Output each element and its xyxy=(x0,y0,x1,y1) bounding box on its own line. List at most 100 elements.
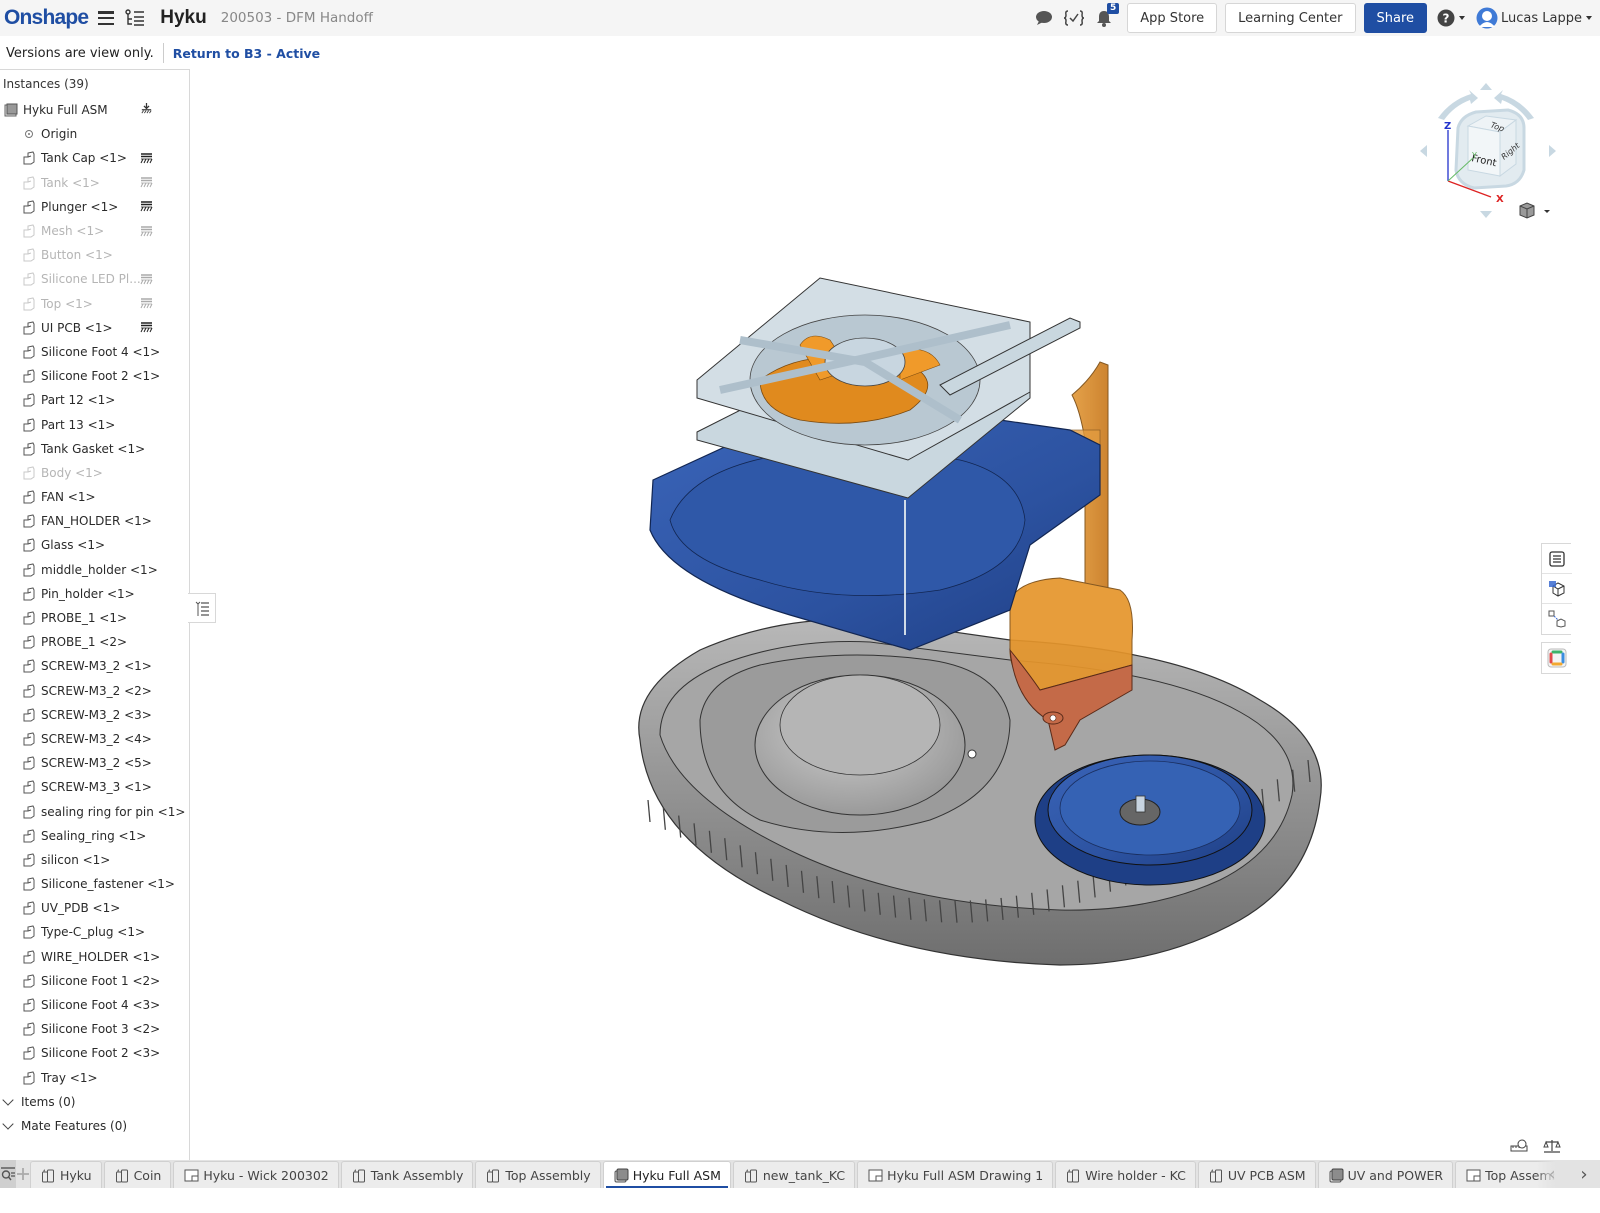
instance-row[interactable]: UV_PDB <1> xyxy=(0,896,189,920)
tab-manager-button[interactable] xyxy=(0,1160,16,1188)
instance-row[interactable]: Silicone Foot 4 <1> xyxy=(0,340,189,364)
part-instance-icon xyxy=(23,176,35,190)
assembly-3d-model[interactable] xyxy=(191,69,1600,1159)
document-tab[interactable]: Tank Assembly xyxy=(340,1161,474,1188)
fixed-status-icon[interactable] xyxy=(140,274,153,285)
instance-row[interactable]: Plunger <1> xyxy=(0,195,189,219)
instance-row[interactable]: SCREW-M3_2 <2> xyxy=(0,679,189,703)
document-tab[interactable]: Wire holder - KC xyxy=(1055,1161,1196,1188)
tree-root-assembly[interactable]: Hyku Full ASM xyxy=(0,98,189,122)
instance-row[interactable]: PROBE_1 <2> xyxy=(0,630,189,654)
instance-row[interactable]: WIRE_HOLDER <1> xyxy=(0,945,189,969)
scroll-tabs-left-icon[interactable]: ‹ xyxy=(1548,1164,1555,1185)
user-menu[interactable]: Lucas Lappe xyxy=(1476,7,1592,29)
instance-row[interactable]: Tank <1> xyxy=(0,171,189,195)
avatar-icon xyxy=(1476,7,1498,29)
document-tab[interactable]: Hyku - Wick 200302 xyxy=(173,1161,339,1188)
add-tab-button[interactable] xyxy=(16,1160,30,1188)
instance-label: SCREW-M3_2 <1> xyxy=(41,659,152,674)
instance-row[interactable]: Top <1> xyxy=(0,292,189,316)
learning-center-button[interactable]: Learning Center xyxy=(1225,3,1356,33)
share-button[interactable]: Share xyxy=(1363,3,1428,33)
document-title[interactable]: Hyku xyxy=(160,7,206,29)
document-tab[interactable]: Coin xyxy=(103,1161,172,1188)
instance-row[interactable]: SCREW-M3_2 <5> xyxy=(0,751,189,775)
document-tab[interactable]: UV and POWER xyxy=(1317,1161,1454,1188)
items-section[interactable]: Items (0) xyxy=(0,1090,189,1114)
scroll-tabs-right-icon[interactable]: › xyxy=(1580,1164,1587,1185)
fixed-status-icon[interactable] xyxy=(140,201,153,212)
render-mode-dropdown[interactable] xyxy=(1518,202,1554,220)
fixed-status-icon[interactable] xyxy=(140,298,153,309)
instance-row[interactable]: Type-C_plug <1> xyxy=(0,920,189,944)
graphics-viewport[interactable] xyxy=(191,69,1600,1159)
instance-row[interactable]: FAN_HOLDER <1> xyxy=(0,509,189,533)
instance-row[interactable]: Part 13 <1> xyxy=(0,412,189,436)
part-instance-icon xyxy=(23,1071,35,1085)
fixed-status-icon[interactable] xyxy=(140,225,153,237)
instance-row[interactable]: Tank Cap <1> xyxy=(0,146,189,170)
fixed-status-icon[interactable] xyxy=(140,153,153,164)
fixed-status-icon[interactable] xyxy=(140,177,153,188)
notifications-bell-icon[interactable]: 5 xyxy=(1092,3,1120,30)
instance-row[interactable]: sealing ring for pin <1> xyxy=(0,799,189,823)
return-to-active-link[interactable]: Return to B3 - Active xyxy=(173,46,320,61)
part-instance-icon xyxy=(23,611,35,625)
instance-row[interactable]: PROBE_1 <1> xyxy=(0,606,189,630)
instance-row[interactable]: Silicone Foot 1 <2> xyxy=(0,969,189,993)
instance-row[interactable]: Silicone Foot 3 <2> xyxy=(0,1017,189,1041)
instance-row[interactable]: Part 12 <1> xyxy=(0,388,189,412)
section-view-button[interactable] xyxy=(1542,574,1572,604)
instance-row[interactable]: SCREW-M3_3 <1> xyxy=(0,775,189,799)
instance-row[interactable]: Sealing_ring <1> xyxy=(0,824,189,848)
hamburger-icon[interactable] xyxy=(98,11,115,25)
configurations-button[interactable] xyxy=(1542,643,1572,673)
instance-row[interactable]: FAN <1> xyxy=(0,485,189,509)
tab-label: Hyku Full ASM xyxy=(632,1167,721,1183)
instance-row[interactable]: SCREW-M3_2 <3> xyxy=(0,703,189,727)
instance-row[interactable]: SCREW-M3_2 <1> xyxy=(0,654,189,678)
document-tab[interactable]: Top Assembly xyxy=(475,1161,601,1188)
instance-row[interactable]: Silicone Foot 2 <3> xyxy=(0,1041,189,1065)
help-menu[interactable]: ? xyxy=(1437,6,1466,30)
variable-studio-icon[interactable] xyxy=(1062,6,1086,30)
instance-row[interactable]: Button <1> xyxy=(0,243,189,267)
document-tab[interactable]: UV PCB ASM xyxy=(1197,1161,1316,1188)
app-store-button[interactable]: App Store xyxy=(1127,3,1218,33)
instance-row[interactable]: Tray <1> xyxy=(0,1066,189,1090)
mass-properties-icon[interactable] xyxy=(1543,1139,1561,1153)
exploded-view-button[interactable] xyxy=(1542,604,1572,634)
instance-row[interactable]: Silicone Foot 4 <3> xyxy=(0,993,189,1017)
instance-row[interactable]: Silicone Foot 2 <1> xyxy=(0,364,189,388)
onshape-logo[interactable]: Onshape xyxy=(4,6,89,30)
part-instance-icon xyxy=(23,200,35,214)
feature-list-icon[interactable] xyxy=(125,9,145,27)
instance-row[interactable]: silicon <1> xyxy=(0,848,189,872)
instance-row[interactable]: middle_holder <1> xyxy=(0,558,189,582)
instance-row[interactable]: Silicone LED Pl... xyxy=(0,267,189,291)
document-tab[interactable]: Hyku Full ASM xyxy=(602,1161,731,1188)
user-name: Lucas Lappe xyxy=(1501,10,1582,26)
appearance-panel-button[interactable] xyxy=(1542,544,1572,574)
fixed-status-icon[interactable] xyxy=(140,322,153,333)
instance-row[interactable]: SCREW-M3_2 <4> xyxy=(0,727,189,751)
measure-tape-icon[interactable] xyxy=(1510,1139,1528,1153)
fix-download-icon[interactable] xyxy=(140,103,153,114)
instance-label: Silicone Foot 1 <2> xyxy=(41,973,161,988)
comments-icon[interactable] xyxy=(1032,6,1056,30)
instance-row[interactable]: UI PCB <1> xyxy=(0,316,189,340)
mate-features-section[interactable]: Mate Features (0) xyxy=(0,1114,189,1138)
document-tab[interactable]: new_tank_KC xyxy=(732,1161,856,1188)
document-tab[interactable]: Hyku xyxy=(30,1161,102,1188)
instance-row[interactable]: Body <1> xyxy=(0,461,189,485)
instance-label: Silicone Foot 2 <1> xyxy=(41,369,161,384)
instance-row[interactable]: Pin_holder <1> xyxy=(0,582,189,606)
instance-row[interactable]: Tank Gasket <1> xyxy=(0,437,189,461)
document-tab[interactable]: Hyku Full ASM Drawing 1 xyxy=(857,1161,1054,1188)
tree-origin[interactable]: Origin xyxy=(0,122,189,146)
version-name[interactable]: 200503 - DFM Handoff xyxy=(221,10,373,26)
instance-row[interactable]: Mesh <1> xyxy=(0,219,189,243)
tab-label: Hyku Full ASM Drawing 1 xyxy=(887,1167,1044,1183)
instance-row[interactable]: Glass <1> xyxy=(0,533,189,557)
instance-row[interactable]: Silicone_fastener <1> xyxy=(0,872,189,896)
